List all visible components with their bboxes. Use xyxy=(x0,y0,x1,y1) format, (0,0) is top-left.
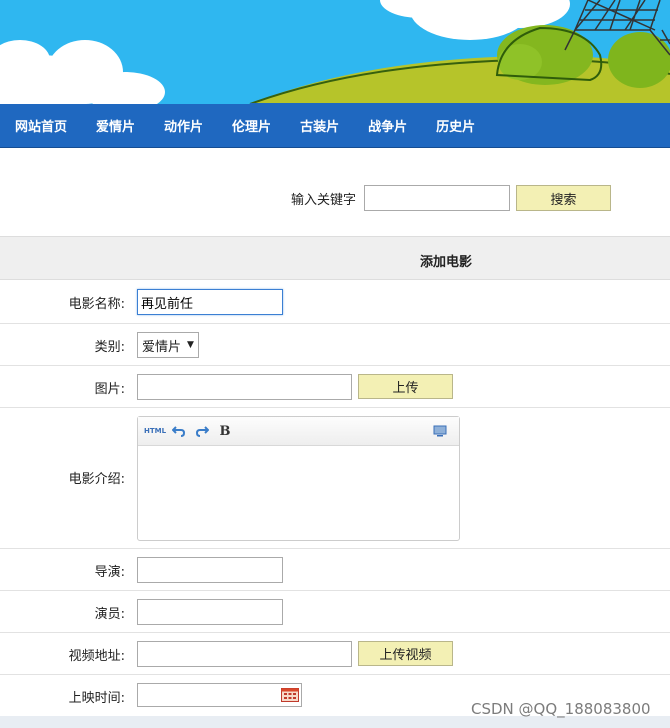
category-select[interactable]: 爱情片 ▼ xyxy=(137,332,199,358)
row-actor: 演员: xyxy=(0,591,670,633)
actor-label: 演员: xyxy=(94,607,125,622)
release-time-label: 上映时间: xyxy=(68,691,125,706)
search-button[interactable]: 搜索 xyxy=(516,185,611,211)
nav-item-costume[interactable]: 古装片 xyxy=(300,116,339,135)
redo-icon[interactable] xyxy=(192,421,212,441)
html-source-button[interactable]: HTML xyxy=(144,421,166,441)
watermark-text: CSDN @QQ_188083800 xyxy=(471,700,651,718)
bold-icon[interactable]: B xyxy=(215,421,235,441)
row-movie-name: 电影名称: xyxy=(0,280,670,324)
nav-item-war[interactable]: 战争片 xyxy=(368,116,407,135)
nav-item-romance[interactable]: 爱情片 xyxy=(96,116,135,135)
actor-input[interactable] xyxy=(137,599,283,625)
intro-label: 电影介绍: xyxy=(68,472,125,487)
row-intro: 电影介绍: HTML B xyxy=(0,408,670,549)
upload-button[interactable]: 上传 xyxy=(358,374,453,399)
editor-content[interactable] xyxy=(138,446,459,540)
nav-item-action[interactable]: 动作片 xyxy=(164,116,203,135)
chevron-down-icon: ▼ xyxy=(187,340,194,350)
image-input[interactable] xyxy=(137,374,352,400)
category-label: 类别: xyxy=(94,340,125,355)
search-label: 输入关键字 xyxy=(291,193,357,208)
video-input[interactable] xyxy=(137,641,352,667)
header-banner xyxy=(0,0,670,104)
movie-name-input[interactable] xyxy=(137,289,283,315)
search-bar: 输入关键字 搜索 xyxy=(0,184,670,212)
undo-icon[interactable] xyxy=(169,421,189,441)
search-input[interactable] xyxy=(364,185,510,211)
form-header: 添加电影 xyxy=(0,236,670,280)
nav-item-history[interactable]: 历史片 xyxy=(436,116,475,135)
banner-illustration xyxy=(0,0,670,104)
release-time-input[interactable] xyxy=(137,683,302,707)
row-category: 类别: 爱情片 ▼ xyxy=(0,324,670,366)
release-time-wrapper xyxy=(137,683,302,707)
editor-toolbar: HTML B xyxy=(138,417,459,446)
fullscreen-icon[interactable] xyxy=(430,421,450,441)
row-director: 导演: xyxy=(0,549,670,591)
image-label: 图片: xyxy=(94,382,125,397)
movie-name-label: 电影名称: xyxy=(68,297,125,312)
add-movie-form: 添加电影 电影名称: 类别: 爱情片 ▼ 图片: 上传 电影介绍: HTML xyxy=(0,236,670,715)
main-nav: 网站首页 爱情片 动作片 伦理片 古装片 战争片 历史片 xyxy=(0,104,670,148)
form-title: 添加电影 xyxy=(420,255,473,270)
nav-item-ethics[interactable]: 伦理片 xyxy=(232,116,271,135)
nav-item-home[interactable]: 网站首页 xyxy=(15,116,67,135)
rich-text-editor: HTML B xyxy=(137,416,460,541)
director-label: 导演: xyxy=(94,565,125,580)
director-input[interactable] xyxy=(137,557,283,583)
row-video: 视频地址: 上传视频 xyxy=(0,633,670,675)
row-image: 图片: 上传 xyxy=(0,366,670,408)
calendar-icon[interactable] xyxy=(281,688,299,702)
upload-video-button[interactable]: 上传视频 xyxy=(358,641,453,666)
category-select-value: 爱情片 xyxy=(142,339,182,355)
video-label: 视频地址: xyxy=(68,649,125,664)
